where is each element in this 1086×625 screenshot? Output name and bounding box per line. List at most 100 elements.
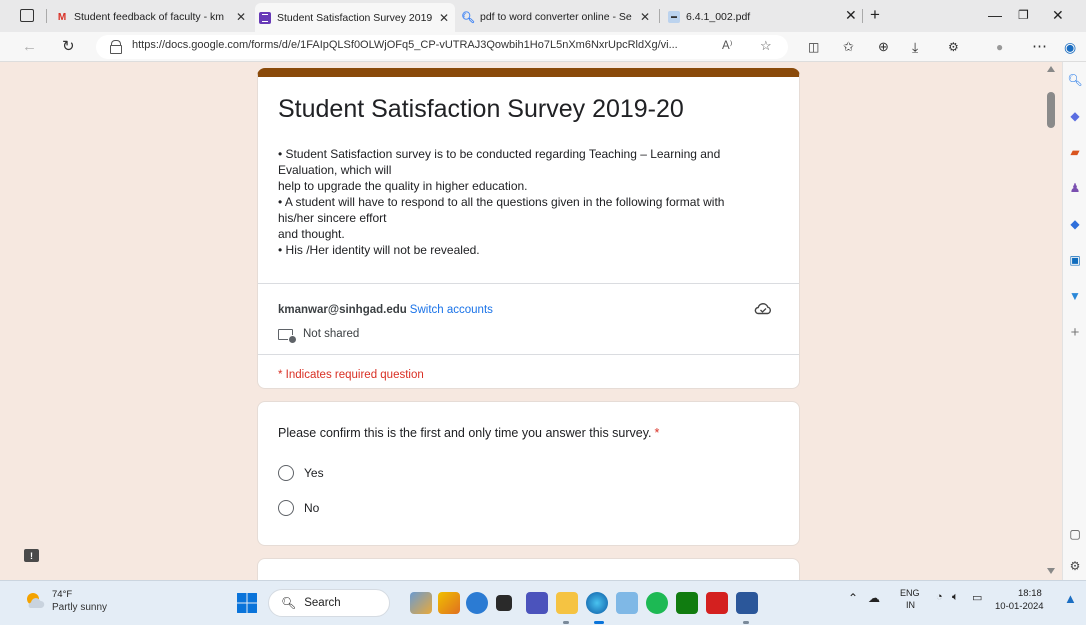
- language-top[interactable]: ENG: [900, 588, 920, 598]
- windows-taskbar: 74°F Partly sunny 🔍︎ Search ⌃ ☁ ENG IN ◔…: [0, 580, 1086, 625]
- sidebar-toggle-icon[interactable]: ▢: [1067, 526, 1083, 542]
- refresh-icon[interactable]: ↻: [62, 37, 75, 57]
- divider: [258, 283, 799, 284]
- battery-icon[interactable]: ▭: [972, 591, 982, 604]
- gmail-icon: M: [57, 11, 67, 23]
- scroll-down-icon[interactable]: [1047, 568, 1055, 574]
- radio-button[interactable]: [278, 500, 294, 516]
- tab-actions-icon[interactable]: [20, 9, 34, 22]
- tab-gmail[interactable]: M Student feedback of faculty - km ✕: [52, 4, 252, 30]
- radio-button[interactable]: [278, 465, 294, 481]
- back-icon[interactable]: ←: [22, 37, 37, 57]
- not-shared-label: Not shared: [303, 328, 360, 340]
- copilot-icon[interactable]: ◉: [1064, 37, 1076, 57]
- page-scrollbar[interactable]: [1044, 62, 1060, 580]
- collections-icon[interactable]: ⊕: [878, 37, 889, 57]
- tab-title: pdf to word converter online - Se: [480, 11, 632, 23]
- pinned-app-icon[interactable]: [438, 592, 460, 614]
- form-title: Student Satisfaction Survey 2019-20: [278, 95, 684, 123]
- required-star: *: [654, 426, 660, 440]
- edge-icon[interactable]: [586, 592, 608, 614]
- scroll-up-icon[interactable]: [1047, 66, 1055, 72]
- favorites-icon[interactable]: ✩: [843, 37, 854, 57]
- question-text: Please confirm this is the first and onl…: [278, 426, 652, 440]
- close-icon[interactable]: ✕: [640, 10, 650, 24]
- microsoft-365-icon[interactable]: ◆: [1067, 216, 1083, 232]
- outlook-icon[interactable]: ▣: [1067, 252, 1083, 268]
- option-yes[interactable]: Yes: [278, 465, 324, 481]
- profile-icon[interactable]: ●: [996, 37, 1003, 57]
- games-icon[interactable]: ♟: [1067, 180, 1083, 196]
- tab-separator: [659, 9, 660, 23]
- teams-icon[interactable]: [526, 592, 548, 614]
- acrobat-icon[interactable]: [706, 592, 728, 614]
- more-icon[interactable]: ⋯: [1032, 37, 1047, 57]
- option-label[interactable]: No: [304, 501, 319, 515]
- download-icon[interactable]: ⤓: [912, 37, 918, 57]
- report-feedback-icon[interactable]: !: [24, 549, 39, 562]
- weather-temperature[interactable]: 74°F: [52, 589, 72, 600]
- onedrive-icon[interactable]: ☁: [868, 591, 880, 605]
- tab-survey[interactable]: Student Satisfaction Survey 2019 ✕: [255, 3, 455, 32]
- tools-icon[interactable]: ▰: [1067, 144, 1083, 160]
- close-icon[interactable]: ✕: [845, 5, 857, 25]
- spotify-icon[interactable]: [646, 592, 668, 614]
- form-header-card: Student Satisfaction Survey 2019-20 • St…: [257, 68, 800, 389]
- word-icon[interactable]: [736, 592, 758, 614]
- taskbar-search[interactable]: 🔍︎ Search: [268, 589, 390, 617]
- extensions-icon[interactable]: ⚙: [948, 37, 959, 57]
- address-bar[interactable]: https://docs.google.com/forms/d/e/1FAIpQ…: [96, 35, 788, 59]
- lock-icon[interactable]: [110, 40, 122, 54]
- pdf-icon: ▬: [668, 11, 680, 23]
- settings-icon[interactable]: ⚙: [1067, 558, 1083, 574]
- wifi-icon[interactable]: ◔: [936, 591, 943, 603]
- notification-bell-icon[interactable]: ▲: [1064, 591, 1077, 606]
- option-no[interactable]: No: [278, 500, 319, 516]
- language-bottom[interactable]: IN: [906, 600, 915, 610]
- description-line: Evaluation, which will: [278, 163, 392, 177]
- search-icon[interactable]: 🔍︎: [1067, 72, 1083, 88]
- favorite-star-icon[interactable]: ☆: [760, 38, 772, 54]
- volume-icon[interactable]: 🔈︎: [952, 591, 959, 604]
- drop-icon[interactable]: ▼: [1067, 288, 1083, 304]
- description-line: • Student Satisfaction survey is to be c…: [278, 147, 721, 161]
- url-text[interactable]: https://docs.google.com/forms/d/e/1FAIpQ…: [132, 39, 712, 51]
- split-screen-icon[interactable]: ◫: [808, 37, 819, 57]
- scroll-thumb[interactable]: [1047, 92, 1055, 128]
- search-icon: 🔍︎: [461, 11, 475, 24]
- chevron-up-icon[interactable]: ⌃: [848, 591, 858, 605]
- xbox-icon[interactable]: [676, 592, 698, 614]
- task-view-icon[interactable]: [496, 595, 512, 611]
- switch-accounts-link[interactable]: Switch accounts: [410, 304, 493, 316]
- restore-icon[interactable]: ❐: [1018, 5, 1029, 25]
- add-icon[interactable]: +: [1067, 324, 1083, 341]
- weather-description[interactable]: Partly sunny: [52, 602, 107, 613]
- tab-pdf[interactable]: ▬ 6.4.1_002.pdf: [664, 4, 864, 30]
- option-label[interactable]: Yes: [304, 466, 324, 480]
- shopping-tag-icon[interactable]: ◆: [1067, 108, 1083, 124]
- question-title: Please confirm this is the first and onl…: [278, 426, 659, 440]
- tab-strip: M Student feedback of faculty - km ✕ Stu…: [0, 0, 1086, 32]
- close-icon[interactable]: ✕: [439, 11, 449, 25]
- clock-time[interactable]: 18:18: [1018, 588, 1042, 599]
- tab-search[interactable]: 🔍︎ pdf to word converter online - Se ✕: [458, 4, 656, 30]
- window-close-icon[interactable]: ✕: [1052, 5, 1064, 25]
- widgets-icon[interactable]: [410, 592, 432, 614]
- description-line: his/her sincere effort: [278, 211, 387, 225]
- account-row: kmanwar@sinhgad.edu Switch accounts: [278, 304, 493, 316]
- photos-icon[interactable]: [616, 592, 638, 614]
- chat-icon[interactable]: [466, 592, 488, 614]
- cloud-saved-icon[interactable]: [754, 301, 772, 315]
- file-explorer-icon[interactable]: [556, 592, 578, 614]
- close-icon[interactable]: ✕: [236, 10, 246, 24]
- new-tab-icon[interactable]: +: [870, 5, 880, 25]
- windows-start-icon[interactable]: [236, 592, 258, 614]
- tab-title: Student feedback of faculty - km: [74, 11, 224, 23]
- minimize-icon[interactable]: —: [988, 5, 1002, 25]
- weather-sun-cloud-icon[interactable]: [24, 590, 46, 612]
- search-label: Search: [304, 597, 341, 609]
- tab-title: Student Satisfaction Survey 2019: [277, 11, 433, 24]
- tab-separator: [46, 9, 47, 23]
- read-aloud-icon[interactable]: A⁾: [722, 38, 733, 52]
- clock-date[interactable]: 10-01-2024: [995, 601, 1044, 612]
